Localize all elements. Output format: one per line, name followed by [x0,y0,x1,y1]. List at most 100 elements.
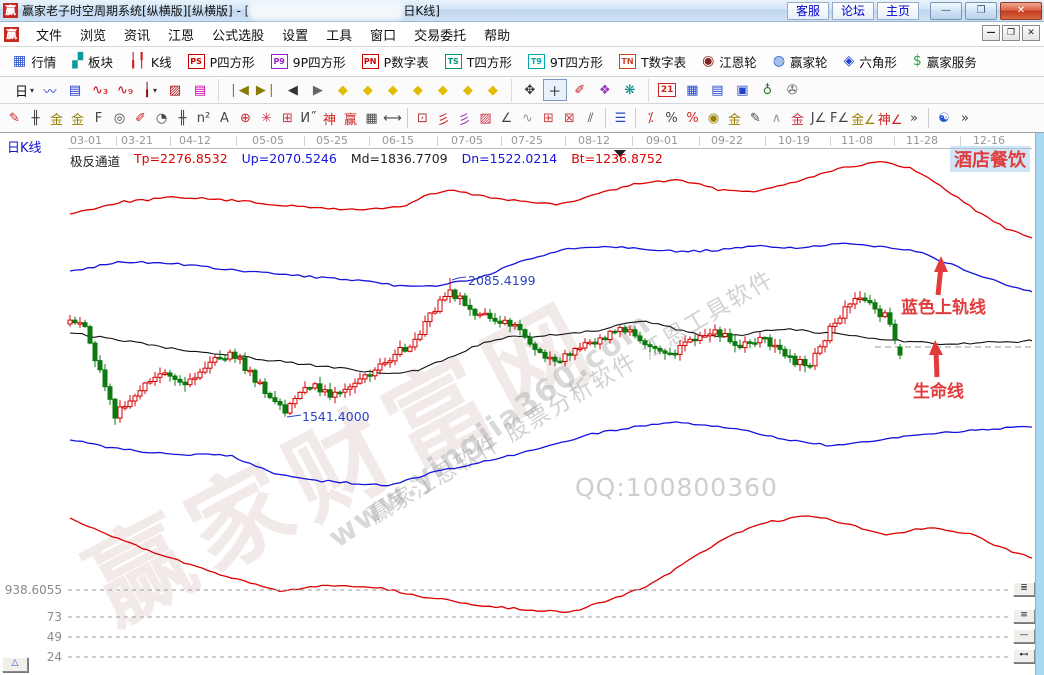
close-button[interactable]: ✕ [1000,2,1042,20]
price-ruler-icon[interactable]: ╫ [172,106,193,130]
panel-three-rows-button[interactable]: ≣ [1013,582,1035,596]
p-number-table-button[interactable]: PNP数字表 [355,50,436,73]
wave-mark-icon[interactable]: И˝ [298,106,319,130]
diamond-center-icon[interactable]: ◆ [481,79,505,101]
sectors-button[interactable]: ▞板块 [65,50,120,73]
percent-levels-icon[interactable]: % [682,106,703,130]
more-right-icon[interactable]: » [954,106,975,130]
diamond-right-icon[interactable]: ◆ [356,79,380,101]
menu-浏览[interactable]: 浏览 [71,23,115,46]
wave-3-icon[interactable]: ∿₃ [88,79,112,101]
diamond-4way-icon[interactable]: ◆ [456,79,480,101]
gold-circle-icon[interactable]: ◉ [703,106,724,130]
mdi-restore-button[interactable]: ❐ [1002,25,1020,41]
minimize-button[interactable]: — [930,2,962,20]
note-icon[interactable]: ▤ [705,79,729,101]
panel-one-row-button[interactable]: — [1013,629,1035,643]
mdi-minimize-button[interactable]: — [982,25,1000,41]
diamond-compress-icon[interactable]: ◆ [406,79,430,101]
quotes-button[interactable]: ▦行情 [6,50,63,73]
menu-交易委托[interactable]: 交易委托 [405,23,475,46]
taiji-icon[interactable]: ☯ [933,106,954,130]
count-ruler-icon[interactable]: ▦ [361,106,382,130]
red-grid1-icon[interactable]: ⊞ [538,106,559,130]
p-square-button[interactable]: PSP四方形 [181,50,262,73]
mdi-close-button[interactable]: ✕ [1022,25,1040,41]
calendar-21-icon[interactable]: 21 [655,79,680,101]
9t-square-button[interactable]: T99T四方形 [521,50,610,73]
fan-box-red-icon[interactable]: ▨ [475,106,496,130]
winner-wheel-button[interactable]: ◍赢家轮 [766,50,835,73]
n-square-icon[interactable]: n² [193,106,214,130]
spiral-icon[interactable]: ◎ [109,106,130,130]
period-label[interactable]: 日K线 [7,137,42,156]
shen-angle-icon[interactable]: 神∠ [877,106,904,130]
vertical-scrollbar[interactable] [1035,133,1044,675]
red-grid2-icon[interactable]: ⊠ [559,106,580,130]
nav-prev-icon[interactable]: ◀ [281,79,305,101]
levels-icon[interactable]: ☰ [610,106,631,130]
gold-angle-icon[interactable]: 金∠ [850,106,877,130]
pattern-select-icon[interactable]: ▨ [163,79,187,101]
period-day-dropdown[interactable]: 日▾ [12,79,37,101]
star-rays-icon[interactable]: ✳ [256,106,277,130]
diamond-left-icon[interactable]: ◆ [331,79,355,101]
nav-first-icon[interactable]: ❘◀ [225,79,252,101]
nav-next-icon[interactable]: ▶ [306,79,330,101]
box-select-icon[interactable]: ⊡ [412,106,433,130]
f-angle-icon[interactable]: F∠ [829,106,850,130]
red-marker-icon[interactable]: ✐ [130,106,151,130]
calculator-icon[interactable]: ▦ [680,79,704,101]
menu-资讯[interactable]: 资讯 [115,23,159,46]
diamond-expand-icon[interactable]: ◆ [431,79,455,101]
angle-lines-icon[interactable]: ∠ [496,106,517,130]
cycle-tool-icon[interactable]: ❋ [618,79,642,101]
time-cycle-icon[interactable]: ◔ [151,106,172,130]
abc-wave-icon[interactable]: ∧ [766,106,787,130]
save-icon[interactable]: ▣ [730,79,754,101]
crosshair-tool-icon[interactable]: ＋ [543,79,567,101]
menu-工具[interactable]: 工具 [317,23,361,46]
fan-box-purple-icon[interactable]: 彡 [454,106,475,130]
quick-button-3[interactable]: 主页 [877,2,919,20]
quick-button-2[interactable]: 论坛 [832,2,874,20]
draw-brush-icon[interactable]: ✎ [4,106,25,130]
percent7-icon[interactable]: ⁒ [640,106,661,130]
sector-label[interactable]: 酒店餐饮 [950,146,1030,172]
menu-公式选股[interactable]: 公式选股 [203,23,273,46]
gold-ratio2-icon[interactable]: 金 [67,106,88,130]
text-note-icon[interactable]: A [214,106,235,130]
gold-levels-icon[interactable]: 金 [724,106,745,130]
zigzag-icon[interactable]: ∿ [517,106,538,130]
menu-窗口[interactable]: 窗口 [361,23,405,46]
gann-ruler-icon[interactable]: ╫ [25,106,46,130]
toolbox-icon[interactable]: ✇ [780,79,804,101]
gann-box-tool-icon[interactable]: ❖ [593,79,617,101]
t-number-table-button[interactable]: TNT数字表 [612,50,693,73]
panel-slider-button[interactable]: ⊷ [1013,649,1035,663]
menu-文件[interactable]: 文件 [27,23,71,46]
percent-icon[interactable]: % [661,106,682,130]
chart-svg[interactable] [0,133,1034,675]
winner-service-button[interactable]: $赢家服务 [906,50,984,73]
fibo-ruler-icon[interactable]: F [88,106,109,130]
restore-button[interactable]: ❐ [965,2,997,20]
9p-square-button[interactable]: P99P四方形 [264,50,353,73]
volume-profile-icon[interactable]: ▤ [188,79,212,101]
gold-box-icon[interactable]: 金 [787,106,808,130]
hand-tool-icon[interactable]: ✥ [518,79,542,101]
network-icon[interactable]: ♁ [755,79,779,101]
diamond-hspan-icon[interactable]: ◆ [381,79,405,101]
gann-fan-icon[interactable]: 彡 [433,106,454,130]
gold-ratio-icon[interactable]: 金 [46,106,67,130]
gann-wheel-button[interactable]: ◉江恩轮 [695,50,764,73]
corner-expand-button[interactable]: △ [2,657,28,672]
t-square-button[interactable]: TST四方形 [438,50,519,73]
j-angle-icon[interactable]: J∠ [808,106,829,130]
brush2-icon[interactable]: ✎ [745,106,766,130]
info-list-icon[interactable]: ▤ [63,79,87,101]
shen-tool-icon[interactable]: 神 [319,106,340,130]
compress-chart-icon[interactable]: 〰 [38,79,62,101]
panel-two-rows-button[interactable]: ≡ [1013,609,1035,623]
target-circle-icon[interactable]: ⊕ [235,106,256,130]
